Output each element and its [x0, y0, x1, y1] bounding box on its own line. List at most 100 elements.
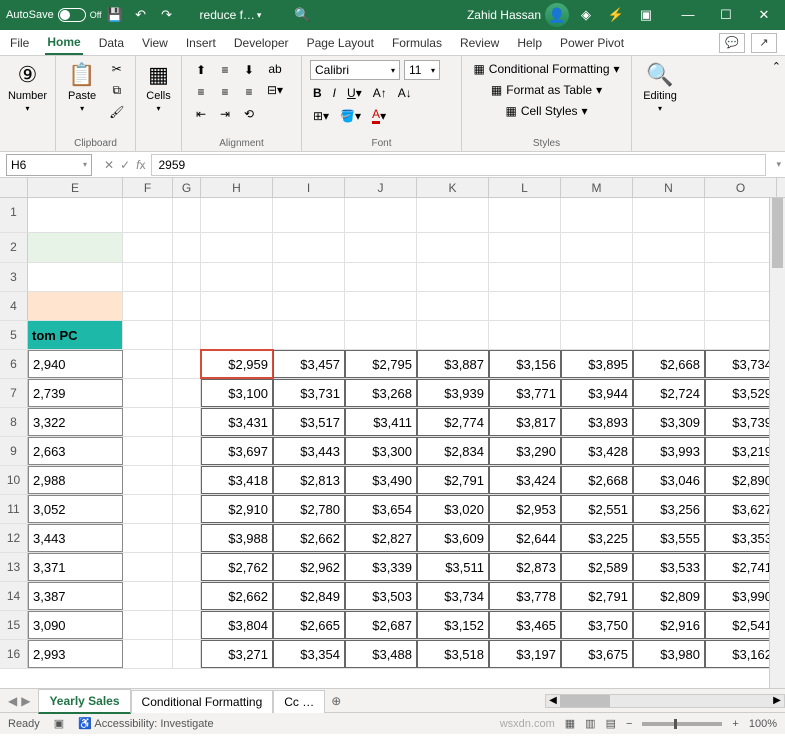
cell-L9[interactable]: $3,290	[489, 437, 561, 465]
cell-L15[interactable]: $3,465	[489, 611, 561, 639]
col-header[interactable]: G	[173, 178, 201, 197]
cell-L14[interactable]: $3,778	[489, 582, 561, 610]
toggle-off-icon[interactable]	[58, 8, 86, 22]
cell-F5[interactable]	[123, 321, 173, 349]
avatar[interactable]: 👤	[545, 3, 569, 27]
cell-J6[interactable]: $2,795	[345, 350, 417, 378]
sheet-tab-yearly[interactable]: Yearly Sales	[38, 689, 130, 714]
cell-G12[interactable]	[173, 524, 201, 552]
cell-M12[interactable]: $3,225	[561, 524, 633, 552]
cell-H4[interactable]	[201, 292, 273, 320]
cell-J9[interactable]: $3,300	[345, 437, 417, 465]
cell-G14[interactable]	[173, 582, 201, 610]
diamond-icon[interactable]: ◈	[575, 4, 597, 26]
wrap-text-icon[interactable]: ab	[264, 60, 286, 78]
cell-H6[interactable]: $2,959	[201, 350, 273, 378]
cell-H1[interactable]	[201, 198, 273, 232]
cell-H7[interactable]: $3,100	[201, 379, 273, 407]
orientation-icon[interactable]: ⟲	[238, 104, 260, 124]
cell-G9[interactable]	[173, 437, 201, 465]
cell-H16[interactable]: $3,271	[201, 640, 273, 668]
col-header[interactable]: L	[489, 178, 561, 197]
cells-button[interactable]: ▦ Cells ▾	[144, 60, 173, 115]
col-header[interactable]: K	[417, 178, 489, 197]
cell-J11[interactable]: $3,654	[345, 495, 417, 523]
cell-G10[interactable]	[173, 466, 201, 494]
cell-K12[interactable]: $3,609	[417, 524, 489, 552]
cell-I6[interactable]: $3,457	[273, 350, 345, 378]
cell-L16[interactable]: $3,197	[489, 640, 561, 668]
cell-I4[interactable]	[273, 292, 345, 320]
row-header[interactable]: 15	[0, 611, 28, 639]
cell-O9[interactable]: $3,219	[705, 437, 777, 465]
fx-icon[interactable]: fx	[136, 158, 145, 172]
cell-O14[interactable]: $3,990	[705, 582, 777, 610]
cell-N2[interactable]	[633, 233, 705, 262]
cell-E16[interactable]: 2,993	[28, 640, 123, 668]
cell-L4[interactable]	[489, 292, 561, 320]
cell-N5[interactable]	[633, 321, 705, 349]
cell-F6[interactable]	[123, 350, 173, 378]
cell-G11[interactable]	[173, 495, 201, 523]
cell-I3[interactable]	[273, 263, 345, 291]
cell-K8[interactable]: $2,774	[417, 408, 489, 436]
autosave-toggle[interactable]: AutoSave Off	[6, 8, 102, 22]
cell-K11[interactable]: $3,020	[417, 495, 489, 523]
format-painter-icon[interactable]: 🖌	[106, 103, 127, 121]
cell-E3[interactable]	[28, 263, 123, 291]
view-break-icon[interactable]: ▤	[606, 717, 616, 730]
cell-F14[interactable]	[123, 582, 173, 610]
cell-J7[interactable]: $3,268	[345, 379, 417, 407]
cell-E9[interactable]: 2,663	[28, 437, 123, 465]
cell-I14[interactable]: $2,849	[273, 582, 345, 610]
cut-icon[interactable]: ✂	[106, 60, 127, 78]
col-header[interactable]: H	[201, 178, 273, 197]
font-size-select[interactable]: 11▾	[404, 60, 440, 80]
name-box[interactable]: H6▾	[6, 154, 92, 176]
tab-data[interactable]: Data	[97, 32, 126, 54]
share-button[interactable]: ↗	[751, 33, 777, 53]
tab-developer[interactable]: Developer	[232, 32, 291, 54]
fill-color-button[interactable]: 🪣▾	[337, 105, 364, 126]
col-header[interactable]: O	[705, 178, 777, 197]
worksheet-grid[interactable]: E F G H I J K L M N O 12345tom PC62,940$…	[0, 178, 785, 688]
accessibility-status[interactable]: ♿ Accessibility: Investigate	[78, 717, 213, 730]
indent-decrease-icon[interactable]: ⇤	[190, 104, 212, 124]
cell-L12[interactable]: $2,644	[489, 524, 561, 552]
row-header[interactable]: 11	[0, 495, 28, 523]
maximize-button[interactable]: ☐	[711, 7, 741, 23]
cell-N3[interactable]	[633, 263, 705, 291]
cell-L5[interactable]	[489, 321, 561, 349]
align-bottom-icon[interactable]: ⬇	[238, 60, 260, 80]
cell-E5[interactable]: tom PC	[28, 321, 123, 349]
cell-N9[interactable]: $3,993	[633, 437, 705, 465]
cell-J1[interactable]	[345, 198, 417, 232]
tab-help[interactable]: Help	[515, 32, 544, 54]
cell-E8[interactable]: 3,322	[28, 408, 123, 436]
cell-I13[interactable]: $2,962	[273, 553, 345, 581]
cell-M13[interactable]: $2,589	[561, 553, 633, 581]
cell-M3[interactable]	[561, 263, 633, 291]
cell-H5[interactable]	[201, 321, 273, 349]
tab-file[interactable]: File	[8, 32, 31, 54]
row-header[interactable]: 4	[0, 292, 28, 320]
cell-G2[interactable]	[173, 233, 201, 262]
cell-M7[interactable]: $3,944	[561, 379, 633, 407]
align-center-icon[interactable]: ≡	[214, 82, 236, 102]
cell-J3[interactable]	[345, 263, 417, 291]
align-right-icon[interactable]: ≡	[238, 82, 260, 102]
cell-F16[interactable]	[123, 640, 173, 668]
cell-H9[interactable]: $3,697	[201, 437, 273, 465]
zoom-slider[interactable]	[642, 722, 722, 726]
underline-button[interactable]: U▾	[344, 84, 365, 102]
cell-F9[interactable]	[123, 437, 173, 465]
cell-M16[interactable]: $3,675	[561, 640, 633, 668]
format-as-table-button[interactable]: ▦Format as Table▾	[470, 81, 623, 99]
cell-G7[interactable]	[173, 379, 201, 407]
cell-J2[interactable]	[345, 233, 417, 262]
tab-home[interactable]: Home	[45, 31, 82, 55]
tab-view[interactable]: View	[140, 32, 170, 54]
cell-O15[interactable]: $2,541	[705, 611, 777, 639]
cell-N1[interactable]	[633, 198, 705, 232]
cell-O3[interactable]	[705, 263, 777, 291]
